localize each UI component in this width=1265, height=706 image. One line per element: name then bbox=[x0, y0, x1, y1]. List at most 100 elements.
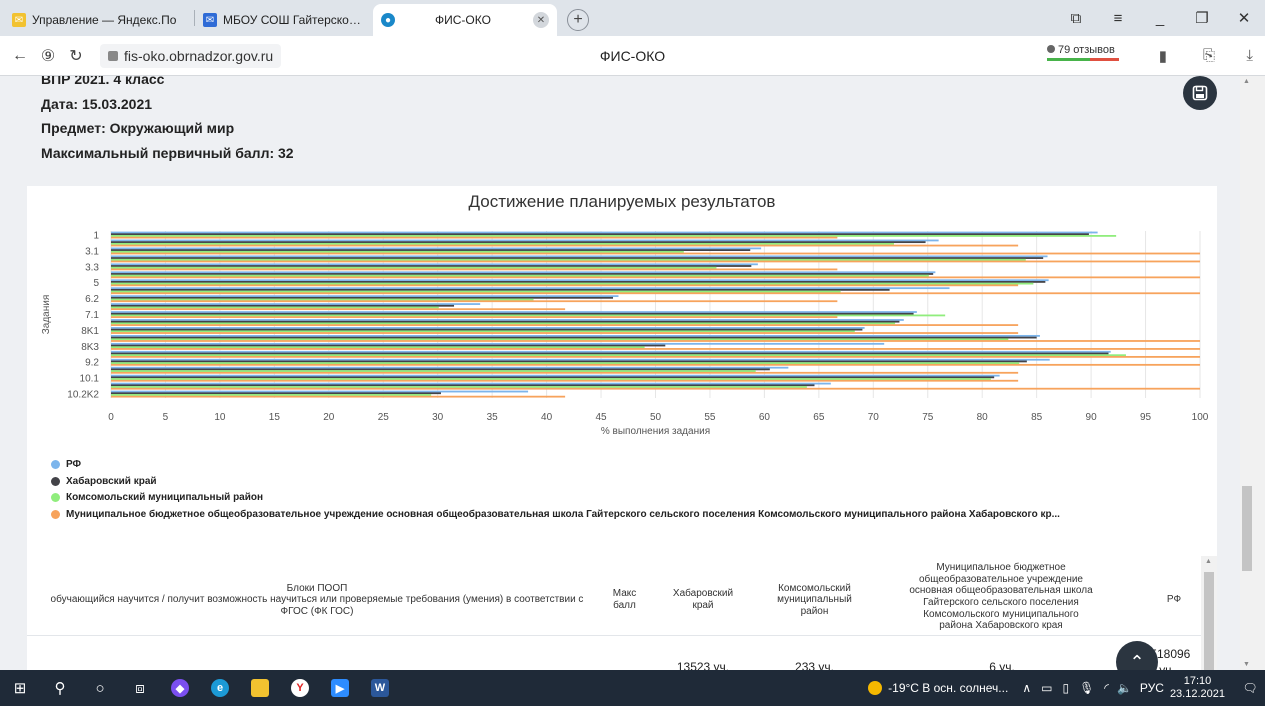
yandex-browser-button[interactable]: Y bbox=[280, 670, 320, 706]
bar-5 bbox=[111, 284, 1019, 287]
address-bar: ← ⑨ ↻ fis-oko.obrnadzor.gov.ru ФИС-ОКО 7… bbox=[0, 36, 1265, 76]
back-arrow-icon[interactable]: ← bbox=[6, 47, 34, 65]
y-tick-label: 8K1 bbox=[81, 326, 99, 337]
x-tick-label: 100 bbox=[1192, 412, 1209, 423]
table-scrollbar[interactable]: ▲ bbox=[1201, 556, 1217, 670]
bar-7.1 bbox=[111, 316, 838, 319]
yandex-protect-icon[interactable]: ⑨ bbox=[34, 46, 62, 66]
minimize-icon[interactable]: _ bbox=[1139, 10, 1181, 27]
start-button[interactable]: ⊞ bbox=[0, 670, 40, 706]
bar-9.1 bbox=[111, 355, 1200, 358]
new-tab-button[interactable]: + bbox=[567, 9, 589, 31]
scroll-up-icon[interactable]: ▲ bbox=[1243, 78, 1250, 85]
bar-3.1 bbox=[111, 249, 751, 252]
close-icon[interactable]: ✕ bbox=[533, 12, 549, 28]
legend-item[interactable]: Комсомольский муниципальный район bbox=[51, 489, 1060, 506]
x-axis-label: % выполнения задания bbox=[601, 426, 710, 437]
bar-1 bbox=[111, 236, 838, 239]
bar-8K3 bbox=[111, 342, 885, 345]
collections-icon[interactable]: ⎘ bbox=[1203, 47, 1215, 64]
url-field[interactable]: fis-oko.obrnadzor.gov.ru bbox=[100, 43, 282, 68]
bar-8K2 bbox=[111, 340, 1200, 342]
x-tick-label: 75 bbox=[922, 412, 934, 423]
word-app-button[interactable]: W bbox=[360, 670, 400, 706]
cortana-button[interactable]: ○ bbox=[80, 670, 120, 706]
bar-1 bbox=[111, 231, 1098, 234]
header-blocks: Блоки ПООП обучающийся научится / получи… bbox=[50, 582, 584, 617]
notifications-icon[interactable]: 🗨 bbox=[1235, 681, 1265, 695]
bar-10.2K1 bbox=[111, 386, 807, 388]
weather-text[interactable]: -19°C В осн. солнеч... bbox=[888, 681, 1008, 695]
clock[interactable]: 17:10 23.12.2021 bbox=[1170, 675, 1225, 701]
legend-item[interactable]: Хабаровский край bbox=[51, 473, 1060, 490]
bar-1 bbox=[111, 235, 1117, 237]
bar-7.1 bbox=[111, 312, 914, 315]
alice-app-button[interactable]: ◆ bbox=[160, 670, 200, 706]
lock-icon bbox=[108, 50, 118, 61]
x-tick-label: 70 bbox=[868, 412, 880, 423]
save-button[interactable] bbox=[1183, 76, 1217, 110]
legend-label: Муниципальное бюджетное общеобразователь… bbox=[66, 508, 1060, 520]
tray-chevron-icon[interactable]: ∧ bbox=[1022, 681, 1031, 695]
bar-6.2 bbox=[111, 300, 838, 303]
page-scrollbar[interactable]: ▲ ▼ bbox=[1240, 76, 1265, 670]
bar-3.2 bbox=[111, 255, 1048, 258]
scroll-up-icon[interactable]: ▲ bbox=[1205, 558, 1212, 565]
table-scrollbar-thumb[interactable] bbox=[1204, 572, 1214, 670]
reload-icon[interactable]: ↻ bbox=[62, 46, 90, 66]
x-tick-label: 95 bbox=[1140, 412, 1152, 423]
legend-marker-icon bbox=[51, 459, 60, 469]
close-window-icon[interactable]: ✕ bbox=[1223, 9, 1265, 27]
page-viewport: ВПР 2021. 4 класс Дата: 15.03.2021 Предм… bbox=[0, 76, 1265, 670]
legend-marker-icon bbox=[51, 476, 60, 486]
search-button[interactable]: ⚲ bbox=[40, 670, 80, 706]
zoom-app-button[interactable]: ▶ bbox=[320, 670, 360, 706]
microphone-icon[interactable]: 🎙 bbox=[1079, 681, 1094, 695]
edge-app-button[interactable]: e bbox=[200, 670, 240, 706]
battery-icon[interactable]: ▯ bbox=[1062, 681, 1069, 695]
explorer-app-button[interactable] bbox=[240, 670, 280, 706]
task-view-icon: ⧈ bbox=[135, 679, 145, 697]
report-max-score: Максимальный первичный балл: 32 bbox=[41, 144, 294, 161]
legend-item[interactable]: РФ bbox=[51, 456, 1060, 473]
mail-icon: ✉ bbox=[203, 13, 217, 27]
wifi-icon[interactable]: ◜ bbox=[1104, 681, 1109, 695]
search-icon: ⚲ bbox=[54, 680, 66, 697]
bar-6.3 bbox=[111, 304, 455, 307]
sun-icon bbox=[868, 681, 883, 695]
reviews-badge[interactable]: 79 отзывов bbox=[1047, 44, 1119, 61]
menu-icon[interactable]: ≡ bbox=[1097, 10, 1139, 27]
scroll-down-icon[interactable]: ▼ bbox=[1243, 661, 1250, 668]
network-icon[interactable]: ▭ bbox=[1041, 681, 1052, 695]
legend-item[interactable]: Муниципальное бюджетное общеобразователь… bbox=[51, 506, 1060, 523]
word-icon: W bbox=[371, 679, 389, 697]
x-tick-label: 90 bbox=[1086, 412, 1098, 423]
page-scrollbar-thumb[interactable] bbox=[1242, 486, 1252, 571]
volume-icon[interactable]: 🔈 bbox=[1117, 681, 1132, 695]
legend-marker-icon bbox=[51, 509, 60, 519]
browser-tab-active[interactable]: ● ФИС-ОКО ✕ bbox=[373, 4, 557, 36]
bar-8K2 bbox=[111, 334, 1040, 337]
bookmark-icon[interactable]: ▮ bbox=[1159, 47, 1167, 65]
chart-card: Достижение планируемых результатов 0 5 10 1… bbox=[27, 186, 1217, 670]
x-tick-label: 15 bbox=[269, 412, 281, 423]
task-view-button[interactable]: ⧈ bbox=[120, 670, 160, 706]
y-tick-label: 5 bbox=[93, 278, 99, 289]
tab-label: Управление — Яндекс.По bbox=[32, 13, 177, 27]
restore-icon[interactable]: ❐ bbox=[1181, 9, 1223, 27]
tabs-list-icon[interactable]: ⧉ bbox=[1055, 10, 1097, 27]
browser-tab[interactable]: ✉ Управление — Яндекс.По bbox=[4, 4, 192, 36]
url-text: fis-oko.obrnadzor.gov.ru bbox=[124, 47, 274, 64]
yandex-browser-icon: Y bbox=[291, 679, 309, 697]
tab-label: ФИС-ОКО bbox=[435, 13, 491, 27]
results-bar-chart: 0 5 10 15 20 25 30 35 40 45 50 55 60 65 70 75 80 85 90 95 10… bbox=[41, 230, 1209, 437]
bar-3.1 bbox=[111, 250, 684, 253]
browser-tab[interactable]: ✉ МБОУ СОШ Гайтерского с bbox=[195, 4, 371, 36]
language-indicator[interactable]: РУС bbox=[1140, 681, 1164, 695]
report-subject: Предмет: Окружающий мир bbox=[41, 120, 235, 136]
table-header: Блоки ПООП обучающийся научится / получи… bbox=[27, 562, 1202, 636]
bar-3.3 bbox=[111, 268, 838, 271]
download-icon[interactable]: ⤓ bbox=[1246, 47, 1253, 64]
results-table: Блоки ПООП обучающийся научится / получи… bbox=[27, 562, 1202, 670]
window-controls: ⧉ ≡ _ ❐ ✕ bbox=[1055, 0, 1265, 36]
